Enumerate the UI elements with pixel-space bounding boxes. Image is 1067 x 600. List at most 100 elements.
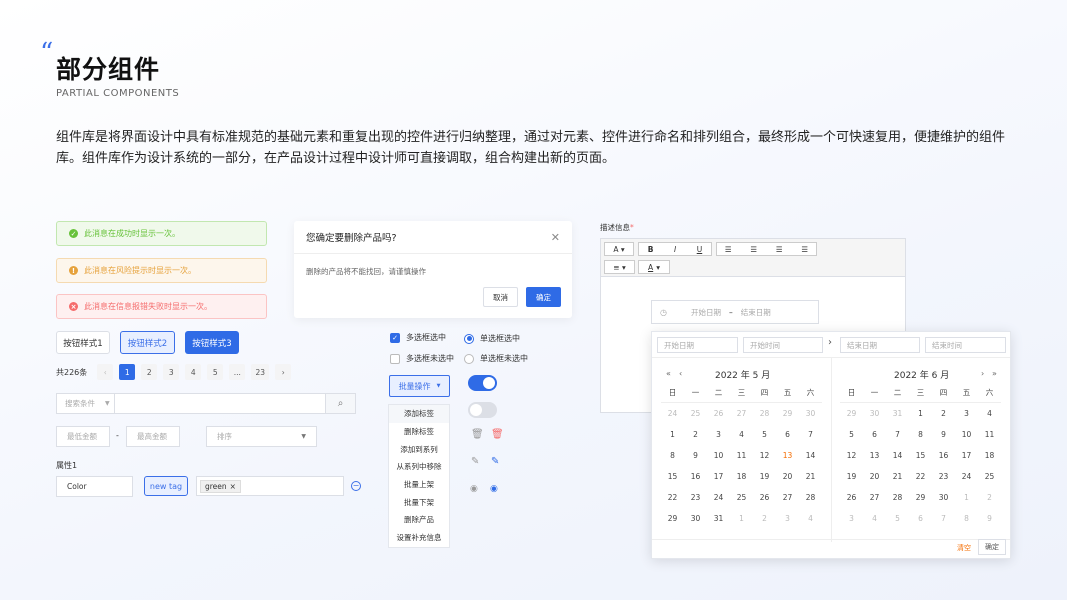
calendar-day[interactable]: 19 [753,472,776,481]
cancel-button[interactable]: 取消 [483,287,518,307]
calendar-day[interactable]: 30 [799,409,822,418]
calendar-day[interactable]: 25 [684,409,707,418]
prev-year-icon[interactable]: « [666,369,671,378]
calendar-day[interactable]: 29 [909,493,932,502]
calendar-day[interactable]: 31 [707,514,730,523]
calendar-day[interactable]: 1 [661,430,684,439]
calendar-day[interactable]: 19 [840,472,863,481]
font-color-icon[interactable]: A ▾ [638,260,670,274]
calendar-day[interactable]: 11 [978,430,1001,439]
next-year-icon[interactable]: » [992,369,997,378]
calendar-day[interactable]: 29 [776,409,799,418]
calendar-day[interactable]: 4 [978,409,1001,418]
calendar-day[interactable]: 20 [863,472,886,481]
calendar-day[interactable]: 15 [661,472,684,481]
calendar-day[interactable]: 8 [909,430,932,439]
calendar-day[interactable]: 9 [932,430,955,439]
calendar-day[interactable]: 2 [978,493,1001,502]
calendar-day[interactable]: 1 [909,409,932,418]
bold-icon[interactable]: B [648,245,654,254]
indent-icon[interactable]: ☰ [776,245,783,254]
calendar-day[interactable]: 24 [707,493,730,502]
calendar-day[interactable]: 9 [684,451,707,460]
calendar-day[interactable]: 14 [886,451,909,460]
toggle-on[interactable] [468,375,497,391]
menu-item-remove-series[interactable]: 从系列中移除 [389,458,449,476]
calendar-day[interactable]: 16 [932,451,955,460]
calendar-day[interactable]: 30 [932,493,955,502]
calendar-day[interactable]: 3 [707,430,730,439]
calendar-day[interactable]: 6 [863,430,886,439]
calendar-day[interactable]: 4 [863,514,886,523]
date-range-input[interactable]: ◷ 开始日期 – 结束日期 [651,300,819,324]
search-input[interactable] [115,394,325,413]
calendar-day[interactable]: 15 [909,451,932,460]
menu-item-add-series[interactable]: 添加到系列 [389,440,449,458]
menu-item-delete-product[interactable]: 删除产品 [389,511,449,529]
calendar-day[interactable]: 6 [909,514,932,523]
calendar-day[interactable]: 8 [661,451,684,460]
calendar-day[interactable]: 30 [684,514,707,523]
calendar-day[interactable]: 5 [886,514,909,523]
calendar-day[interactable]: 23 [684,493,707,502]
calendar-day[interactable]: 13 [863,451,886,460]
calendar-day[interactable]: 3 [840,514,863,523]
calendar-day[interactable]: 18 [978,451,1001,460]
calendar-day[interactable]: 6 [776,430,799,439]
calendar-day[interactable]: 9 [978,514,1001,523]
calendar-day[interactable]: 22 [909,472,932,481]
trash-icon[interactable]: 🗑 [471,429,484,440]
calendar-day[interactable]: 21 [886,472,909,481]
checkbox-unchecked[interactable]: 多选框未选中 [390,353,454,364]
calendar-day[interactable]: 5 [840,430,863,439]
close-icon[interactable]: × [230,482,236,491]
calendar-day[interactable]: 3 [955,409,978,418]
radio-checked[interactable]: 单选框选中 [464,333,520,344]
calendar-day[interactable]: 24 [955,472,978,481]
calendar-day[interactable]: 17 [955,451,978,460]
confirm-button[interactable]: 确定 [526,287,561,307]
button-style-2[interactable]: 按钮样式2 [120,331,175,354]
page-3[interactable]: 3 [163,364,180,380]
button-style-1[interactable]: 按钮样式1 [56,331,110,354]
page-ellipsis[interactable]: ... [229,364,246,380]
page-5[interactable]: 5 [207,364,224,380]
picker-start-date-input[interactable]: 开始日期 [657,337,738,353]
menu-item-batch-delist[interactable]: 批量下架 [389,493,449,511]
next-page-icon[interactable]: › [275,364,292,380]
calendar-day[interactable]: 10 [707,451,730,460]
clear-button[interactable]: 清空 [957,543,971,553]
calendar-day[interactable]: 8 [955,514,978,523]
batch-operation-button[interactable]: 批量操作 ▼ [389,375,450,397]
calendar-day[interactable]: 26 [840,493,863,502]
edit-icon[interactable]: ✎ [471,456,479,467]
menu-item-set-info[interactable]: 设置补充信息 [389,529,449,547]
align-icon[interactable]: ≡ ▾ [604,260,635,274]
calendar-day[interactable]: 25 [978,472,1001,481]
calendar-day[interactable]: 11 [730,451,753,460]
eye-icon[interactable]: ◉ [470,484,478,494]
edit-active-icon[interactable]: ✎ [491,456,499,467]
calendar-day[interactable]: 4 [730,430,753,439]
picker-end-time-input[interactable]: 结束时间 [925,337,1006,353]
calendar-day[interactable]: 25 [730,493,753,502]
calendar-day[interactable]: 14 [799,451,822,460]
button-style-3[interactable]: 按钮样式3 [185,331,239,354]
eye-active-icon[interactable]: ◉ [490,484,498,494]
color-input[interactable]: Color [56,476,133,497]
picker-end-date-input[interactable]: 结束日期 [840,337,920,353]
max-amount-input[interactable]: 最高金额 [126,426,180,447]
bullet-list-icon[interactable]: ☰ [725,245,732,254]
search-condition-select[interactable]: 搜索条件 ▼ [57,394,115,413]
menu-item-remove-tag[interactable]: 删除标签 [389,423,449,441]
calendar-day[interactable]: 2 [932,409,955,418]
calendar-day[interactable]: 2 [753,514,776,523]
close-icon[interactable]: ✕ [551,231,560,244]
calendar-day[interactable]: 27 [730,409,753,418]
new-tag-button[interactable]: new tag [144,476,188,496]
calendar-day[interactable]: 7 [886,430,909,439]
underline-icon[interactable]: U [697,245,703,254]
calendar-day[interactable]: 29 [840,409,863,418]
menu-item-add-tag[interactable]: 添加标签 [389,405,449,423]
calendar-day[interactable]: 2 [684,430,707,439]
